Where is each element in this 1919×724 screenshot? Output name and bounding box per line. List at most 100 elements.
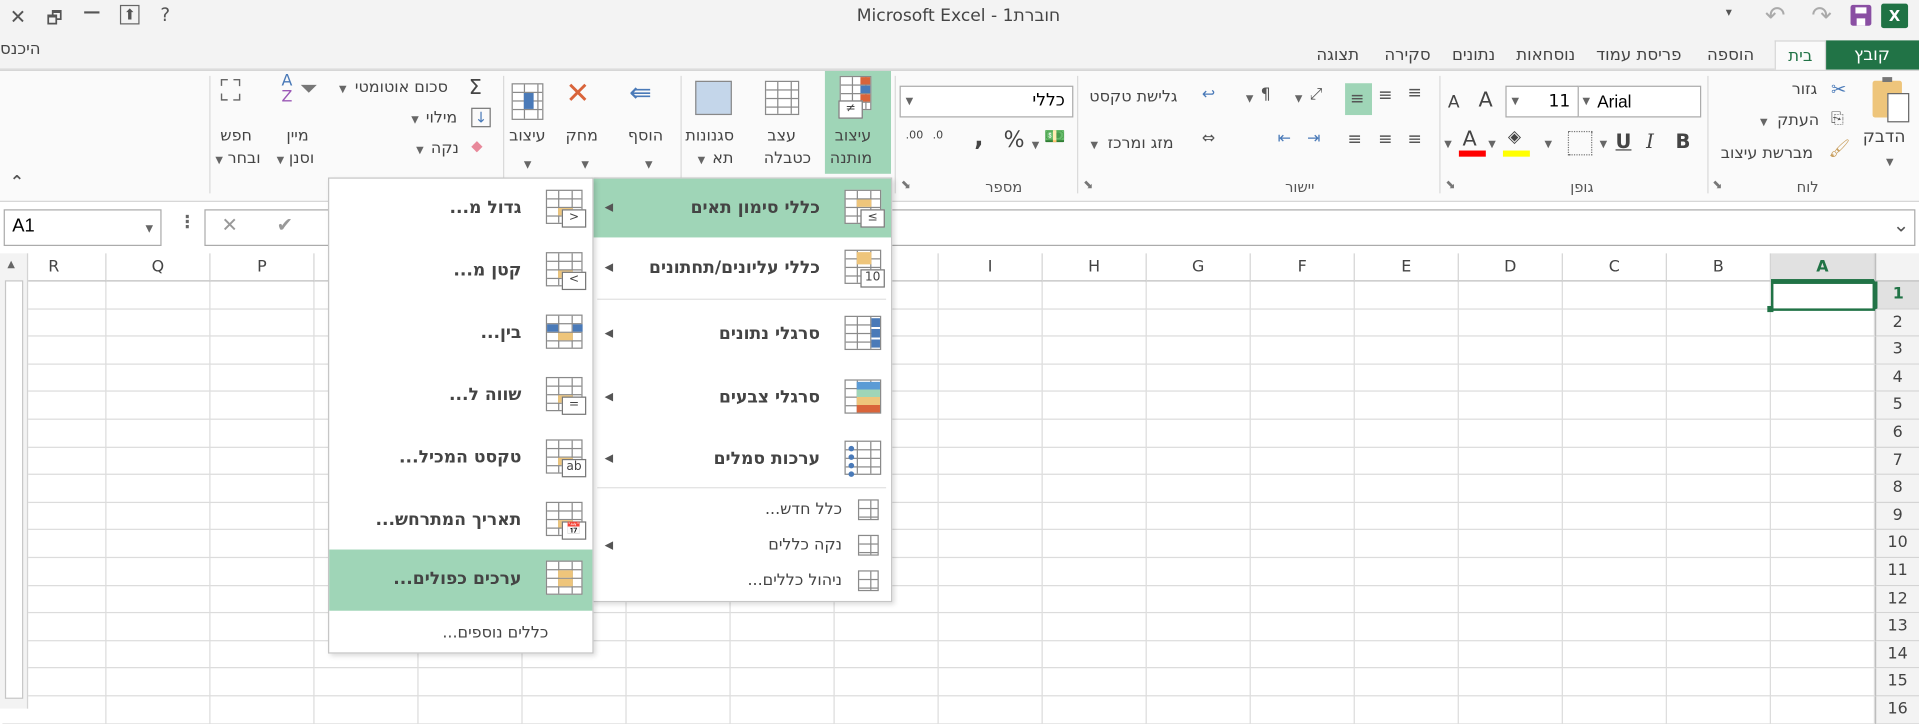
cell[interactable]	[1354, 530, 1459, 559]
sort-filter-dropdown[interactable]: ▼	[277, 154, 285, 165]
expand-formula-bar-icon[interactable]: ⌄	[1893, 213, 1909, 236]
cell[interactable]	[1250, 530, 1355, 559]
cancel-icon[interactable]: ✕	[222, 213, 238, 236]
cell[interactable]	[1458, 281, 1563, 310]
cell[interactable]	[1458, 530, 1563, 559]
column-header[interactable]: P	[210, 253, 315, 282]
row-header[interactable]: 4	[1875, 364, 1919, 393]
find-select-button[interactable]: חפש	[220, 127, 252, 145]
column-header[interactable]: F	[1250, 253, 1355, 282]
cell[interactable]	[626, 613, 731, 642]
tab-data[interactable]: נתונים	[1442, 40, 1506, 69]
cell[interactable]	[210, 392, 315, 420]
cell[interactable]	[106, 392, 211, 420]
accounting-format-dropdown[interactable]: ▼	[1032, 140, 1040, 151]
cell[interactable]	[1666, 336, 1771, 365]
menu-item[interactable]: סרגלי נתונים ◀	[592, 305, 891, 364]
cell[interactable]	[106, 419, 211, 448]
cell[interactable]	[210, 419, 315, 448]
dialog-launcher-icon[interactable]: ⬊	[1445, 179, 1455, 192]
cell[interactable]	[1666, 530, 1771, 559]
row-header[interactable]: 8	[1875, 475, 1919, 503]
middle-align-icon[interactable]: ≡	[1378, 86, 1392, 106]
font-color-dropdown[interactable]: ▼	[1444, 138, 1452, 149]
cell[interactable]	[1042, 613, 1147, 642]
cell[interactable]	[1458, 558, 1563, 586]
number-format-select[interactable]: ▼ כללי	[899, 85, 1074, 118]
delete-cells-button[interactable]: מחק	[565, 127, 597, 145]
tab-review[interactable]: סקירה	[1376, 40, 1440, 69]
row-header[interactable]: 11	[1875, 558, 1919, 586]
cell[interactable]	[1250, 419, 1355, 448]
scrollbar-thumb[interactable]	[4, 280, 24, 699]
align-left-icon[interactable]: ≡	[1348, 130, 1362, 150]
cell[interactable]	[1042, 502, 1147, 531]
fill-color-icon[interactable]: ◈	[1508, 127, 1521, 147]
fill-dropdown[interactable]: ▼	[411, 114, 419, 125]
vertical-scrollbar[interactable]: ▲	[0, 253, 29, 709]
cell[interactable]	[210, 668, 315, 697]
underline-dropdown[interactable]: ▼	[1600, 138, 1608, 149]
clear-dropdown[interactable]: ▼	[416, 144, 424, 155]
cell[interactable]	[210, 613, 315, 642]
cell[interactable]	[1042, 419, 1147, 448]
close-icon[interactable]: ✕	[10, 5, 26, 28]
select-all-corner[interactable]	[1875, 253, 1919, 282]
cell[interactable]	[1458, 447, 1563, 476]
cell[interactable]	[1250, 585, 1355, 614]
increase-indent-icon[interactable]: ⇥	[1307, 130, 1320, 148]
submenu-item[interactable]: > גדול מ...	[329, 179, 592, 238]
cell[interactable]	[938, 281, 1043, 310]
cell[interactable]	[938, 447, 1043, 476]
sort-filter-label[interactable]: וסנן	[289, 149, 314, 167]
cell[interactable]	[1042, 392, 1147, 420]
format-cells-button[interactable]: עיצוב	[509, 127, 546, 145]
font-color-button[interactable]: A	[1463, 127, 1477, 151]
menu-item[interactable]: כלל חדש...	[592, 493, 891, 527]
cell[interactable]	[1562, 475, 1667, 503]
cell[interactable]	[1042, 364, 1147, 393]
submenu-item[interactable]: בין...	[329, 304, 592, 363]
borders-dropdown[interactable]: ▼	[1545, 138, 1553, 149]
cell[interactable]	[1146, 336, 1251, 365]
cell[interactable]	[210, 336, 315, 365]
fill-handle[interactable]	[1767, 305, 1774, 312]
cell[interactable]	[522, 696, 627, 724]
cell[interactable]	[1562, 641, 1667, 669]
cell[interactable]	[1146, 475, 1251, 503]
clear-button[interactable]: נקה	[431, 140, 459, 158]
submenu-item[interactable]: < קטן מ...	[329, 241, 592, 300]
cell[interactable]	[1666, 309, 1771, 337]
row-header[interactable]: 6	[1875, 419, 1919, 448]
cell[interactable]	[1146, 419, 1251, 448]
row-header[interactable]: 3	[1875, 336, 1919, 365]
cell[interactable]	[1146, 364, 1251, 393]
find-select-label[interactable]: ובחר	[228, 149, 261, 167]
cell[interactable]	[1250, 309, 1355, 337]
cell[interactable]	[1562, 447, 1667, 476]
font-size-select[interactable]: ▼ 11	[1505, 85, 1579, 118]
row-header[interactable]: 7	[1875, 447, 1919, 476]
restore-icon[interactable]: 🗗	[47, 5, 63, 34]
cell[interactable]	[626, 641, 731, 669]
cell[interactable]	[210, 309, 315, 337]
cell[interactable]	[1042, 668, 1147, 697]
cell[interactable]	[1562, 309, 1667, 337]
cell[interactable]	[834, 668, 939, 697]
tab-page-layout[interactable]: פריסת עמוד	[1589, 40, 1689, 69]
minimize-icon[interactable]: —	[83, 2, 100, 22]
cell[interactable]	[1562, 336, 1667, 365]
cell[interactable]	[1146, 502, 1251, 531]
redo-icon[interactable]: ↷	[1811, 0, 1832, 29]
cell[interactable]	[834, 696, 939, 724]
cell[interactable]	[1770, 558, 1876, 586]
cell[interactable]	[938, 668, 1043, 697]
column-header[interactable]: C	[1562, 253, 1667, 282]
cell[interactable]	[210, 696, 315, 724]
cell[interactable]	[938, 558, 1043, 586]
enter-icon[interactable]: ✔	[277, 213, 293, 236]
cell[interactable]	[1354, 281, 1459, 310]
merge-center-dropdown[interactable]: ▼	[1090, 140, 1098, 151]
cell[interactable]	[1666, 392, 1771, 420]
cell[interactable]	[1354, 613, 1459, 642]
